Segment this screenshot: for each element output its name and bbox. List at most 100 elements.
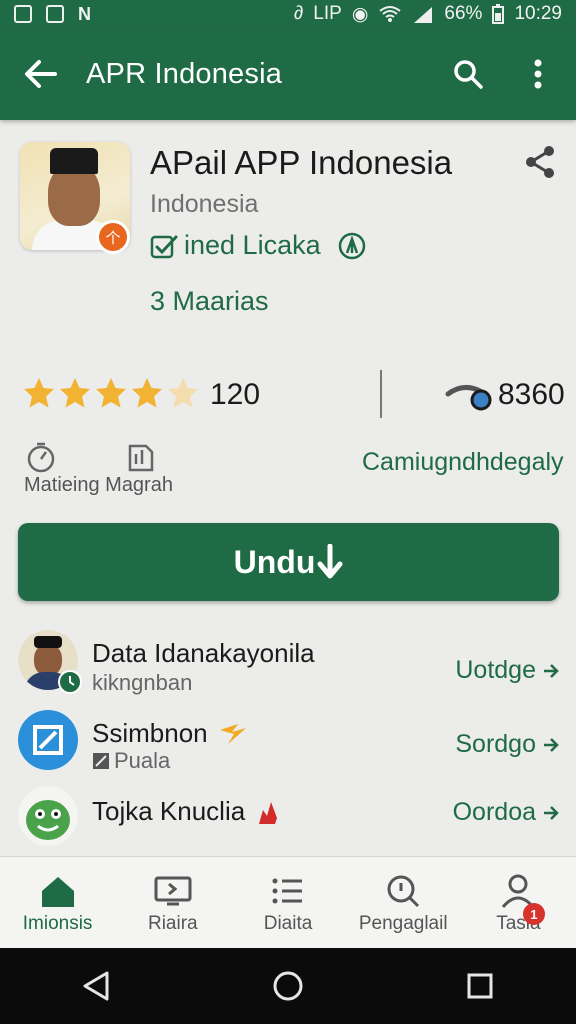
image-notification-icon [46,5,64,23]
n-notification-icon: N [78,3,91,24]
stats-divider [380,370,382,418]
battery-percent: 66% [444,3,483,24]
share-button[interactable] [522,144,558,180]
edit-square-icon [33,725,63,755]
notification-icon [14,5,32,23]
back-button[interactable] [20,54,60,94]
signal-icon [414,7,433,23]
status-bar: N ∂ LIP ◉ 66% 10:29 [0,0,576,28]
nav-item-profile[interactable]: Tasia 1 [461,857,576,948]
chevron-right-icon [544,737,559,752]
install-button[interactable]: Undu [18,523,559,601]
developer-logo-icon [338,232,365,259]
arrow-left-icon [25,60,57,88]
search-button[interactable] [450,56,486,92]
app-bar: APR Indonesia [0,28,576,120]
circle-home-icon [273,971,303,1001]
app-bar-title: APR Indonesia [86,57,283,90]
list-item-action-label: Uotdge [455,656,536,684]
list-item[interactable]: Ssimbnon Puala Sordgo [0,700,576,776]
avatar [18,786,78,846]
system-recents-button[interactable] [450,956,510,1016]
bottom-navigation: Imionsis Riaira Diaita Pengaglail Tasia … [0,856,576,948]
nav-item-list[interactable]: Diaita [230,857,345,948]
wifi-icon [379,6,402,22]
nav-item-label: Imionsis [22,913,93,934]
nav-item-label: Pengaglail [358,913,448,934]
list-item[interactable]: Tojka Knuclia Oordoa [0,776,576,854]
battery-icon [492,4,505,24]
list-item-subtitle: Puala [92,748,170,774]
vibrate-icon: ∂ [293,3,304,24]
home-icon [41,877,74,907]
notification-badge: 1 [522,903,545,925]
document-icon [128,444,154,472]
clock: 10:29 [514,3,562,24]
list-item-action[interactable]: Oordoa [453,798,560,827]
verified-label: ined Licaka [184,230,321,260]
edit-small-icon [93,753,109,769]
list-item[interactable]: Data Idanakayonila kikngnban Uotdge [0,620,576,700]
star-filled-icon [96,378,126,408]
downloads-count: 8360 [498,378,565,411]
install-label: Undu [233,543,316,580]
carrier-label: LIP [313,3,342,24]
triangle-back-icon [83,971,109,1001]
chevron-right-icon [544,805,559,820]
verified-row: ined Licaka [150,230,367,261]
system-back-button[interactable] [66,956,126,1016]
list-item-title-text: Ssimbnon [92,718,208,748]
star-empty-icon [168,378,198,408]
tv-icon [154,876,192,906]
search-icon [454,60,483,89]
meta-row: Matieing Magrah Camiugndhdegaly [0,438,576,502]
list-item-action-label: Oordoa [452,798,536,826]
flame-icon [259,801,278,824]
app-badge: 个 [96,220,130,254]
timer-icon [27,442,55,473]
list-item-title: Tojka Knuclia [92,796,281,827]
stats-row: 120 8360 [0,370,576,430]
mascot-icon [26,800,70,840]
bolt-icon [219,723,246,744]
nav-item-label: Riaira [147,913,198,934]
meta-link[interactable]: Camiugndhdegaly [362,448,564,477]
download-arrow-icon [317,544,343,579]
list-item-title: Ssimbnon [92,718,250,749]
list-item-title: Data Idanakayonila [92,638,315,668]
alarm-icon: ◉ [351,3,369,25]
nav-item-home[interactable]: Imionsis [0,857,115,948]
nav-item-search[interactable]: Pengaglail [346,857,461,948]
related-apps-list: Data Idanakayonila kikngnban Uotdge Ssim… [0,620,576,854]
overflow-menu-button[interactable] [520,56,556,92]
list-item-action-label: Sordgo [455,730,536,758]
nav-item-tv[interactable]: Riaira [115,857,230,948]
list-item-subtitle-text: Puala [114,748,171,773]
meta-labels: Matieing Magrah [24,474,173,496]
search-icon [387,875,420,908]
square-recents-icon [467,973,493,999]
rating-stars [22,376,200,410]
list-item-title-text: Tojka Knuclia [92,796,246,826]
system-navigation-bar [0,948,576,1024]
list-icon [272,878,302,904]
list-item-action[interactable]: Uotdge [455,656,560,685]
list-item-subtitle: kikngnban [92,670,193,695]
system-home-button[interactable] [258,956,318,1016]
list-item-action[interactable]: Sordgo [455,730,560,759]
share-icon [526,146,554,178]
verified-check-icon [150,235,178,258]
more-vert-icon [534,59,542,89]
app-name: APail APP Indonesia [150,144,453,181]
nav-item-label: Diaita [263,913,313,934]
avatar [18,710,78,770]
maarias-label[interactable]: 3 Maarias [150,286,269,317]
star-filled-icon [24,378,54,408]
app-country: Indonesia [150,190,259,218]
clock-badge-icon [58,670,82,694]
chevron-right-icon [544,663,559,678]
star-filled-icon [60,378,90,408]
rating-count: 120 [210,378,261,411]
app-header: 个 APail APP Indonesia Indonesia ined Lic… [0,120,576,345]
downloads-icon [445,385,492,411]
